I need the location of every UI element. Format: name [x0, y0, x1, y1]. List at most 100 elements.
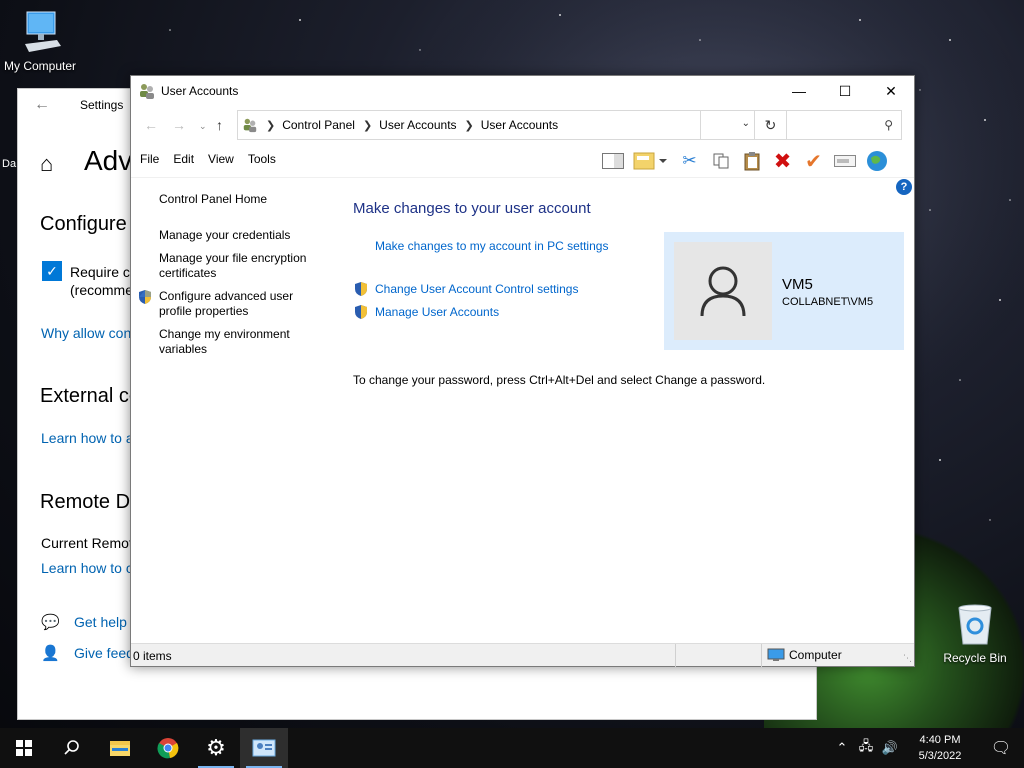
menu-bar: File Edit View Tools: [140, 152, 276, 166]
search-box[interactable]: ⚲: [700, 110, 902, 140]
checkbox-label: Require co (recomme: [70, 263, 138, 299]
recent-locations-button[interactable]: ⌄: [199, 121, 207, 132]
nav-advanced-profile-line2: profile properties: [159, 304, 249, 318]
breadcrumb-control-panel[interactable]: Control Panel: [282, 118, 355, 132]
feedback-icon: 👤: [41, 645, 60, 662]
network-icon[interactable]: 🖧: [854, 737, 878, 759]
breadcrumb-user-accounts-current[interactable]: User Accounts: [481, 118, 558, 132]
user-accounts-window: User Accounts — ☐ ✕ ← → ⌄ ↑ ❯ Control Pa…: [130, 75, 915, 667]
learn-how-link-2[interactable]: Learn how to c: [41, 560, 133, 576]
settings-taskbar-button[interactable]: ⚙: [192, 728, 240, 768]
nav-file-encryption-line1: Manage your file encryption: [159, 251, 307, 265]
nav-environment-variables[interactable]: Change my environment variables: [159, 327, 290, 357]
pc-settings-link[interactable]: Make changes to my account in PC setting…: [375, 239, 608, 253]
back-button[interactable]: ←: [144, 117, 158, 133]
avatar[interactable]: [674, 242, 772, 340]
copy-icon[interactable]: [705, 148, 736, 174]
rename-icon[interactable]: [829, 148, 860, 174]
breadcrumb-chevron-icon[interactable]: ❯: [363, 119, 372, 132]
nav-manage-credentials[interactable]: Manage your credentials: [159, 228, 290, 243]
search-taskbar-button[interactable]: [48, 728, 96, 768]
maximize-button[interactable]: ☐: [822, 76, 868, 106]
uac-shield-icon: [355, 282, 367, 296]
system-tray: ⌃ 🖧 🔊 4:40 PM 5/3/2022 🗨: [830, 728, 1024, 768]
learn-how-link-1[interactable]: Learn how to a: [41, 430, 134, 446]
get-help-link[interactable]: Get help: [74, 614, 127, 630]
start-button[interactable]: [0, 728, 48, 768]
control-panel-icon: [243, 118, 257, 133]
account-domain-user: COLLABNET\VM5: [782, 296, 874, 308]
password-note: To change your password, press Ctrl+Alt+…: [353, 373, 766, 387]
nav-file-encryption[interactable]: Manage your file encryption certificates: [159, 251, 306, 281]
section-configure: Configure: [40, 213, 127, 235]
close-button[interactable]: ✕: [868, 76, 914, 106]
status-location-label: Computer: [789, 648, 842, 662]
status-divider: [761, 644, 762, 667]
why-allow-link[interactable]: Why allow con: [41, 325, 131, 341]
status-bar: 0 items Computer ⋱: [131, 643, 914, 667]
up-button[interactable]: ↑: [216, 117, 223, 133]
preview-pane-icon[interactable]: [597, 148, 628, 174]
manage-user-accounts-link[interactable]: Manage User Accounts: [375, 305, 499, 319]
checkbox-label-line1: Require co: [70, 264, 138, 280]
home-icon[interactable]: ⌂: [40, 151, 53, 177]
search-icon: [64, 740, 79, 755]
organize-icon[interactable]: [628, 148, 674, 174]
menu-file[interactable]: File: [140, 152, 159, 166]
user-accounts-taskbar-button[interactable]: [240, 728, 288, 768]
recycle-bin-icon: [958, 604, 992, 645]
uac-settings-link[interactable]: Change User Account Control settings: [375, 282, 578, 296]
help-icon[interactable]: ?: [896, 179, 912, 195]
window-titlebar: User Accounts — ☐ ✕: [131, 76, 914, 106]
minimize-button[interactable]: —: [776, 76, 822, 106]
window-title: User Accounts: [161, 84, 239, 98]
content-title: Make changes to your user account: [353, 200, 591, 217]
clock[interactable]: 4:40 PM 5/3/2022: [902, 732, 978, 764]
menu-tools[interactable]: Tools: [248, 152, 276, 166]
resize-grip-icon[interactable]: ⋱: [903, 653, 912, 664]
require-checkbox[interactable]: ✓: [42, 261, 62, 281]
nav-file-encryption-line2: certificates: [159, 266, 217, 280]
section-remote: Remote De: [40, 491, 142, 513]
desktop-icon-recycle-bin[interactable]: Recycle Bin: [935, 602, 1015, 665]
computer-icon: [767, 648, 785, 661]
menu-edit[interactable]: Edit: [173, 152, 194, 166]
settings-heading: Adv: [84, 145, 133, 176]
menu-view[interactable]: View: [208, 152, 234, 166]
cut-icon[interactable]: ✂: [674, 148, 705, 174]
nav-env-line2: variables: [159, 342, 208, 356]
window-controls: — ☐ ✕: [776, 76, 914, 106]
gear-icon: ⚙: [206, 735, 226, 760]
back-arrow-icon[interactable]: ←: [34, 96, 50, 114]
checkbox-label-line2: (recomme: [70, 282, 134, 298]
control-panel-icon: [252, 739, 276, 757]
give-feedback-link[interactable]: Give feed: [74, 645, 134, 661]
nav-control-panel-home[interactable]: Control Panel Home: [159, 192, 267, 207]
item-count: 0 items: [133, 649, 172, 663]
uac-shield-icon: [139, 290, 151, 304]
breadcrumb-user-accounts[interactable]: User Accounts: [379, 118, 456, 132]
volume-icon[interactable]: 🔊: [878, 740, 902, 756]
toolbar-divider: [131, 177, 914, 178]
paste-icon[interactable]: [736, 148, 767, 174]
user-accounts-icon: [140, 84, 154, 99]
chrome-taskbar-button[interactable]: [144, 728, 192, 768]
forward-button[interactable]: →: [172, 117, 186, 133]
computer-icon: [25, 11, 61, 52]
desktop-icon-my-computer[interactable]: My Computer: [0, 8, 80, 73]
properties-check-icon[interactable]: ✔: [798, 148, 829, 174]
nav-advanced-profile[interactable]: Configure advanced user profile properti…: [139, 289, 293, 319]
file-explorer-taskbar-button[interactable]: [96, 728, 144, 768]
desktop-partial-label: Da: [2, 158, 17, 170]
account-name: VM5: [782, 276, 813, 293]
windows-logo-icon: [16, 740, 32, 756]
recycle-bin-label: Recycle Bin: [943, 651, 1007, 665]
delete-icon[interactable]: ✖: [767, 148, 798, 174]
notification-icon[interactable]: 🗨: [978, 738, 1024, 758]
status-location: Computer: [767, 648, 842, 662]
status-divider: [675, 644, 676, 667]
chevron-up-icon[interactable]: ⌃: [830, 740, 854, 756]
get-help-icon: 💬: [41, 614, 60, 631]
globe-icon[interactable]: [860, 148, 894, 174]
breadcrumb-chevron-icon[interactable]: ❯: [465, 119, 474, 132]
